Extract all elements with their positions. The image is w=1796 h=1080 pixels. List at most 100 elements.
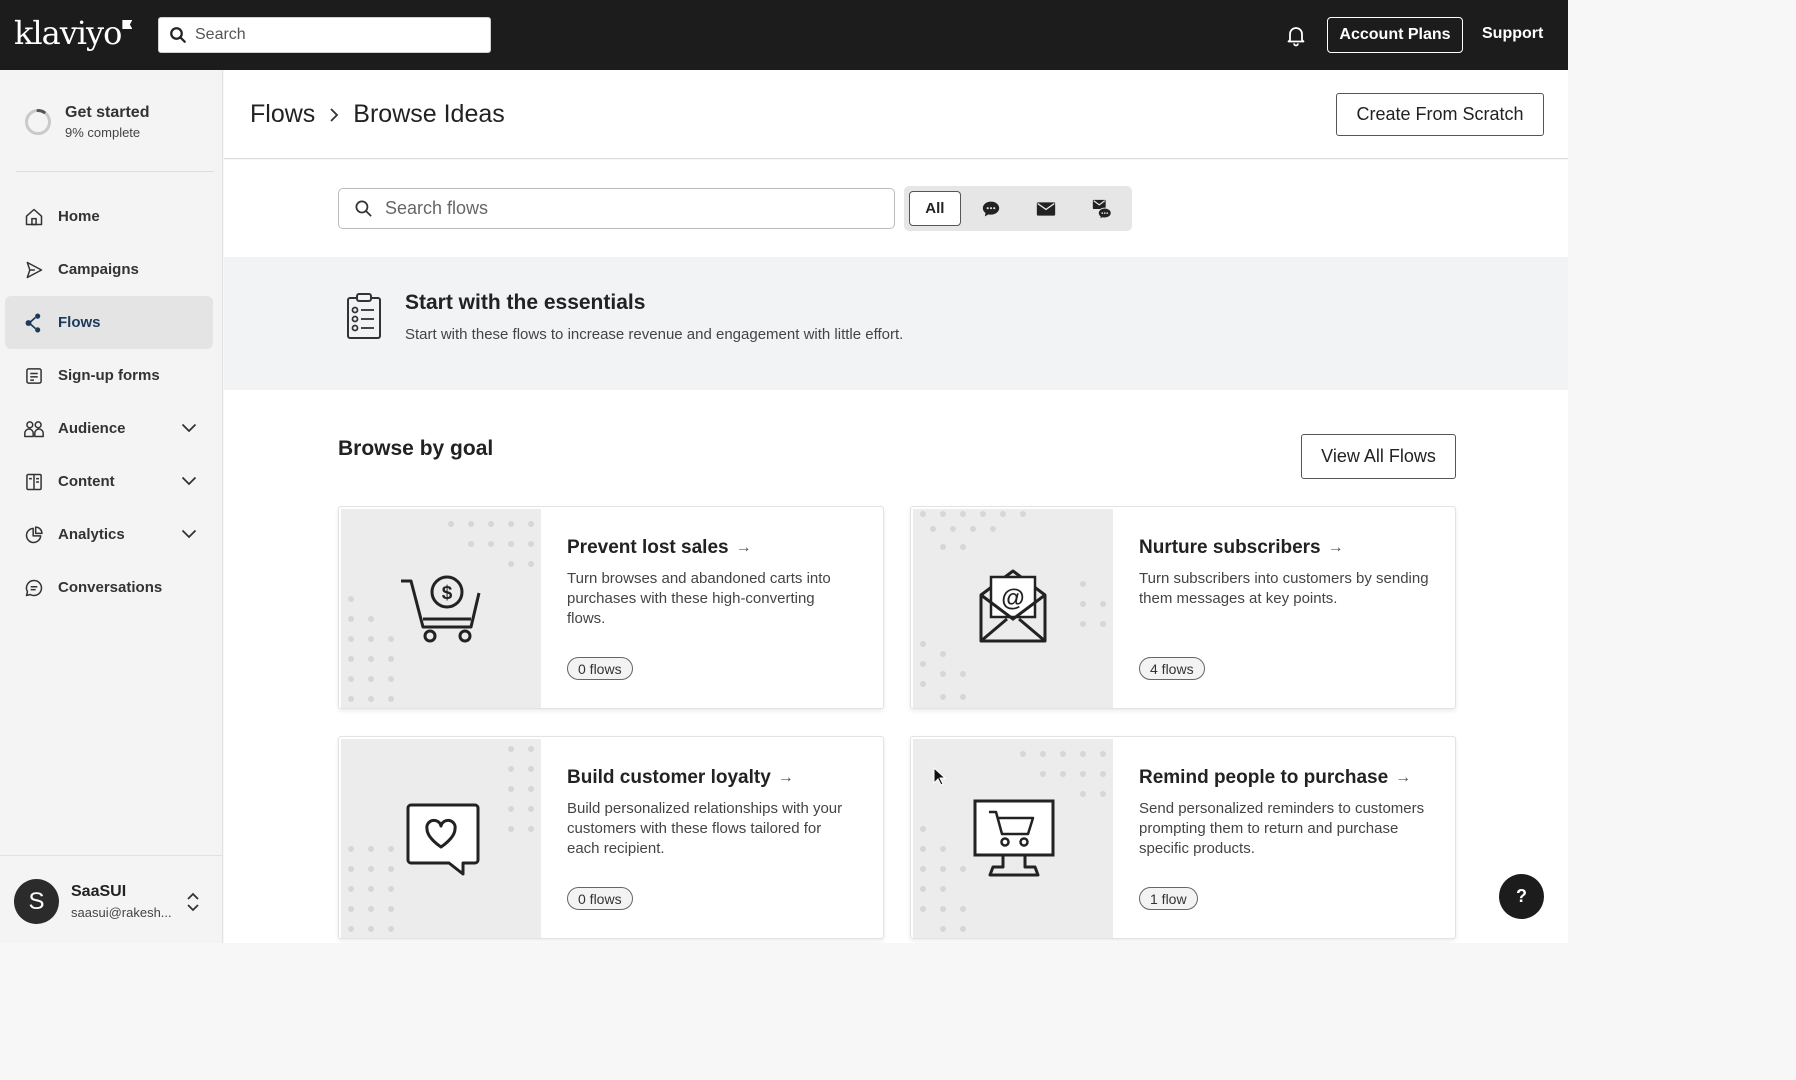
send-icon xyxy=(23,259,45,281)
flow-count-badge: 0 flows xyxy=(567,657,633,680)
main-content: All Start with the essentials Start with… xyxy=(224,160,1568,943)
card-title: Nurture subscribers → xyxy=(1139,537,1344,558)
page-title: Browse Ideas xyxy=(353,100,505,128)
get-started-title: Get started xyxy=(65,104,150,121)
sidebar-item-label: Audience xyxy=(58,420,126,437)
sidebar-item-label: Analytics xyxy=(58,526,125,543)
flow-count-badge: 1 flow xyxy=(1139,887,1198,910)
card-description: Build personalized relationships with yo… xyxy=(567,800,843,857)
checklist-icon xyxy=(346,292,382,345)
get-started-progress-text: 9% complete xyxy=(65,125,141,140)
sidebar-item-audience[interactable]: Audience xyxy=(5,402,213,455)
sidebar: Get started 9% complete Home Campaigns F… xyxy=(0,70,223,943)
filter-sms-button[interactable] xyxy=(965,191,1017,226)
card-illustration: @ xyxy=(913,509,1113,708)
browse-by-goal-title: Browse by goal xyxy=(338,437,494,460)
chevron-up-down-icon[interactable] xyxy=(185,891,201,918)
user-name: SaaSUI xyxy=(71,883,127,900)
search-flows[interactable] xyxy=(338,188,895,229)
svg-text:$: $ xyxy=(442,583,453,604)
sidebar-item-label: Sign-up forms xyxy=(58,367,160,384)
card-description: Turn browses and abandoned carts into pu… xyxy=(567,570,831,627)
sidebar-item-home[interactable]: Home xyxy=(5,190,213,243)
view-all-flows-button[interactable]: View All Flows xyxy=(1301,434,1456,479)
arrow-right-icon: → xyxy=(1327,539,1344,556)
card-illustration xyxy=(341,739,541,938)
email-icon xyxy=(1037,201,1056,216)
search-flows-input[interactable] xyxy=(385,198,865,219)
sms-icon xyxy=(982,201,999,216)
chevron-down-icon[interactable] xyxy=(181,420,197,437)
account-plans-button[interactable]: Account Plans xyxy=(1327,17,1463,53)
top-bar: klaviyo Account Plans Support xyxy=(0,0,1568,70)
global-search-input[interactable] xyxy=(195,26,475,44)
sidebar-nav: Home Campaigns Flows Sign-up forms Audie… xyxy=(5,190,213,614)
card-illustration: $ xyxy=(341,509,541,708)
svg-text:@: @ xyxy=(1001,585,1024,612)
sidebar-item-analytics[interactable]: Analytics xyxy=(5,508,213,561)
flow-count-badge: 4 flows xyxy=(1139,657,1205,680)
content-icon xyxy=(23,471,45,493)
chevron-down-icon[interactable] xyxy=(181,473,197,490)
sidebar-divider xyxy=(16,171,214,172)
essentials-banner[interactable]: Start with the essentials Start with the… xyxy=(224,257,1568,390)
sidebar-item-label: Flows xyxy=(58,314,101,331)
avatar: S xyxy=(14,879,59,924)
sidebar-item-label: Conversations xyxy=(58,579,163,596)
search-icon xyxy=(355,200,372,217)
klaviyo-logo[interactable]: klaviyo xyxy=(14,14,133,52)
flow-count-badge: 0 flows xyxy=(567,887,633,910)
sidebar-item-signup-forms[interactable]: Sign-up forms xyxy=(5,349,213,402)
goal-card-build-customer-loyalty[interactable]: Build customer loyalty → Build personaliz… xyxy=(338,736,884,939)
user-account[interactable]: S SaaSUI saasui@rakesh... xyxy=(0,855,222,943)
card-description: Turn subscribers into customers by sendi… xyxy=(1139,570,1429,607)
heart-bubble-icon xyxy=(406,803,480,876)
sidebar-item-label: Content xyxy=(58,473,115,490)
get-started-progress[interactable]: Get started 9% complete xyxy=(24,104,149,140)
bell-icon[interactable] xyxy=(1284,23,1308,52)
card-title: Build customer loyalty → xyxy=(567,767,794,788)
logo-flag-icon xyxy=(122,20,133,29)
sidebar-item-label: Campaigns xyxy=(58,261,139,278)
email-and-sms-icon xyxy=(1092,199,1112,220)
arrow-right-icon: → xyxy=(777,769,794,786)
filter-email-button[interactable] xyxy=(1021,191,1073,226)
help-button[interactable]: ? xyxy=(1499,874,1544,919)
goal-card-remind-people-to-purchase[interactable]: Remind people to purchase → Send personal… xyxy=(910,736,1456,939)
sidebar-item-label: Home xyxy=(58,208,100,225)
sidebar-item-campaigns[interactable]: Campaigns xyxy=(5,243,213,296)
analytics-icon xyxy=(23,524,45,546)
essentials-subtitle: Start with these flows to increase reven… xyxy=(405,326,904,343)
chevron-right-icon xyxy=(329,107,339,123)
arrow-right-icon: → xyxy=(1395,769,1412,786)
create-from-scratch-button[interactable]: Create From Scratch xyxy=(1336,93,1544,136)
breadcrumb: Flows Browse Ideas xyxy=(250,100,505,129)
global-search[interactable] xyxy=(158,17,491,53)
breadcrumb-flows-link[interactable]: Flows xyxy=(250,100,315,129)
filter-all-button[interactable]: All xyxy=(909,191,961,226)
chat-icon xyxy=(23,577,45,599)
envelope-at-icon: @ xyxy=(979,569,1047,643)
cart-dollar-icon: $ xyxy=(401,575,481,643)
sidebar-item-flows[interactable]: Flows xyxy=(5,296,213,349)
card-title: Remind people to purchase → xyxy=(1139,767,1412,788)
audience-icon xyxy=(23,418,45,440)
search-icon xyxy=(170,27,186,43)
home-icon xyxy=(23,206,45,228)
mouse-cursor-icon xyxy=(933,767,947,786)
sidebar-item-content[interactable]: Content xyxy=(5,455,213,508)
form-icon xyxy=(23,365,45,387)
arrow-right-icon: → xyxy=(735,539,752,556)
card-description: Send personalized reminders to customers… xyxy=(1139,800,1425,857)
essentials-title: Start with the essentials xyxy=(405,291,646,314)
sidebar-item-conversations[interactable]: Conversations xyxy=(5,561,213,614)
chevron-down-icon[interactable] xyxy=(181,526,197,543)
goal-card-nurture-subscribers[interactable]: @ Nurture subscribers → Turn subscribers … xyxy=(910,506,1456,709)
card-title: Prevent lost sales → xyxy=(567,537,752,558)
filter-email-sms-button[interactable] xyxy=(1076,191,1128,226)
support-link[interactable]: Support xyxy=(1482,25,1543,43)
user-email: saasui@rakesh... xyxy=(71,905,172,920)
channel-filter: All xyxy=(904,186,1132,231)
goal-card-prevent-lost-sales[interactable]: $ Prevent lost sales → Turn browses and a… xyxy=(338,506,884,709)
flows-icon xyxy=(23,312,45,334)
